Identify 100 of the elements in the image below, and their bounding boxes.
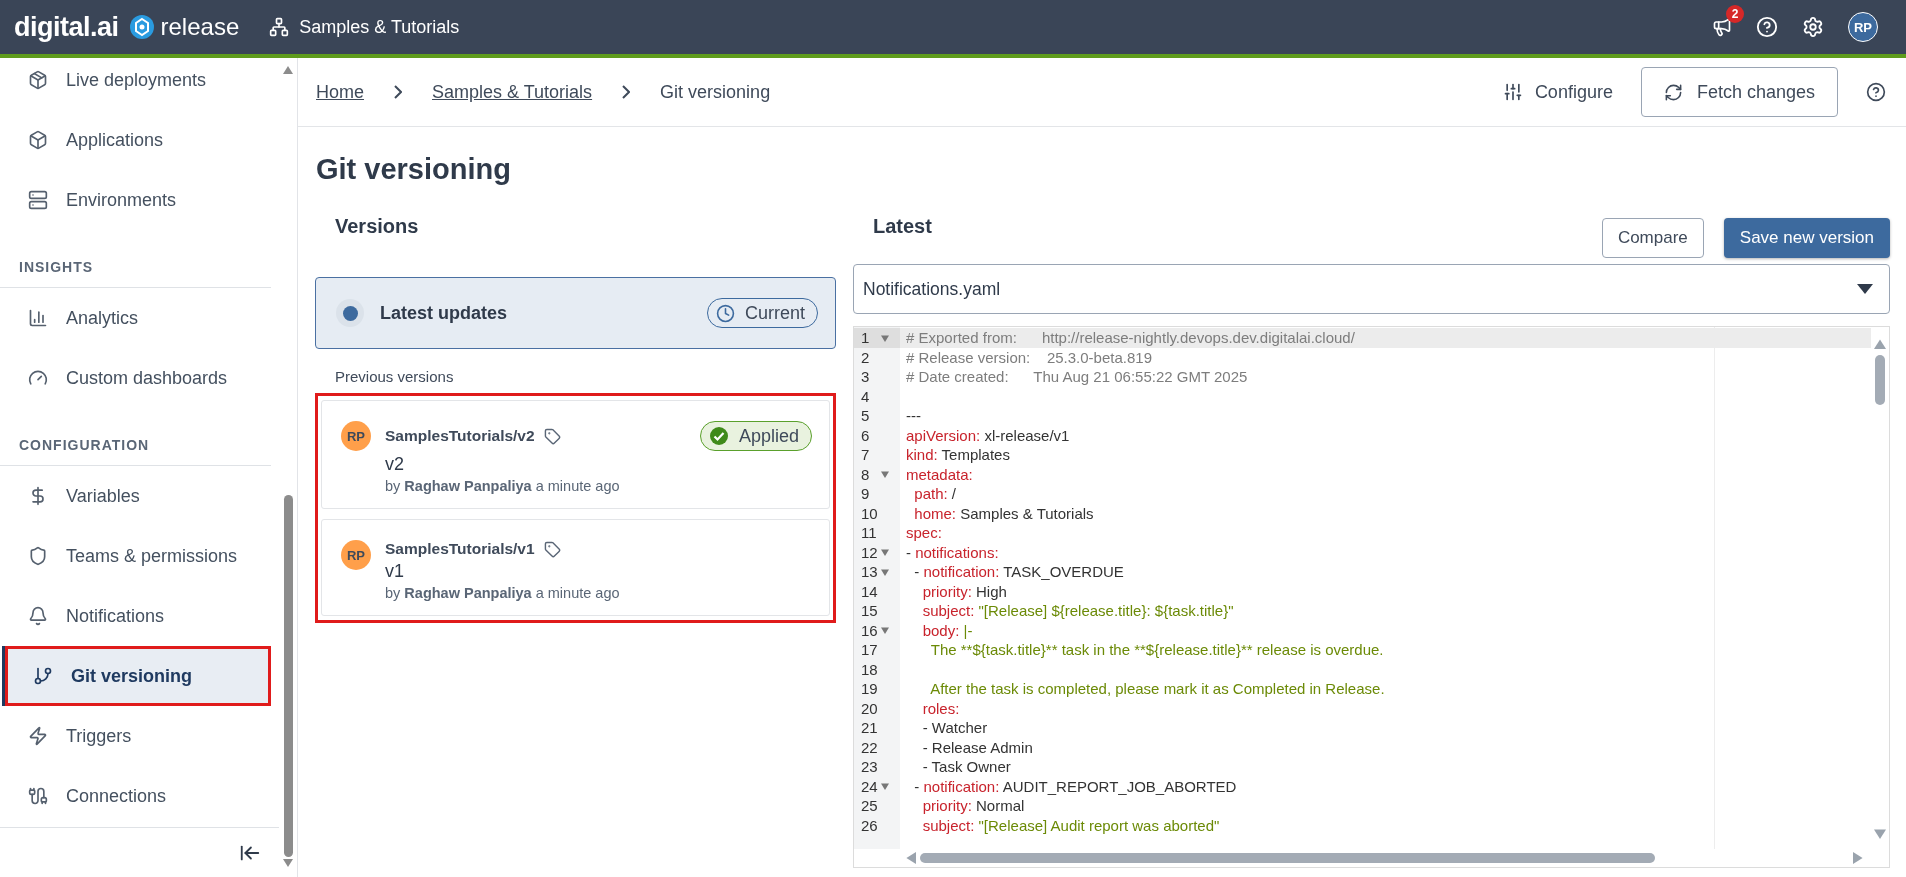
line-number: 18 (861, 660, 879, 678)
clock-icon (715, 303, 735, 323)
server-icon (28, 190, 48, 210)
scrollbar-thumb[interactable] (283, 495, 293, 857)
file-select[interactable]: Notifications.yaml (853, 264, 1890, 314)
scroll-right-icon[interactable] (1853, 852, 1865, 864)
fold-caret-icon[interactable] (881, 626, 889, 635)
folder-title[interactable]: Samples & Tutorials (299, 16, 460, 38)
refresh-icon (1663, 82, 1683, 102)
fold-caret-icon[interactable] (881, 782, 889, 791)
sidebar-item[interactable]: Connections (0, 766, 272, 826)
card-title: Latest updates (380, 302, 508, 324)
product-name: release (160, 13, 240, 41)
sidebar-item[interactable]: Live deployments (0, 58, 272, 110)
save-version-button[interactable]: Save new version (1723, 218, 1890, 258)
tag-icon[interactable] (543, 427, 561, 445)
shield-user-icon (28, 546, 48, 566)
section-label: INSIGHTS (18, 259, 95, 277)
sidebar-item[interactable]: Teams & permissions (0, 526, 272, 586)
code-line: # Date created: Thu Aug 21 06:55:22 GMT 2025 (905, 368, 1248, 386)
line-number: 2 (861, 348, 871, 366)
sidebar-item[interactable]: Git versioning (2, 646, 272, 706)
user-avatar[interactable]: RP (1848, 12, 1878, 42)
fold-caret-icon[interactable] (881, 548, 889, 557)
line-number: 14 (861, 582, 879, 600)
release-logo-icon (128, 14, 155, 40)
latest-updates-card[interactable]: Latest updates Current (315, 277, 836, 349)
settings-icon[interactable] (1802, 16, 1824, 38)
code-line: apiVersion: xl-release/v1 (905, 426, 1070, 444)
code-line: The **${task.title}** task in the **${release.title}** release is overdue. (929, 641, 1384, 659)
git-branch-icon (33, 666, 53, 686)
sidebar-item[interactable]: Variables (0, 466, 272, 526)
line-number: 20 (861, 699, 879, 717)
radio-button[interactable] (336, 299, 364, 327)
scrollbar-thumb[interactable] (1875, 355, 1885, 405)
scrollbar-thumb[interactable] (920, 853, 1655, 863)
scroll-down-icon[interactable] (1874, 827, 1886, 839)
breadcrumb-link[interactable]: Samples & Tutorials (432, 81, 593, 103)
configure-button[interactable]: Configure (1502, 81, 1613, 103)
line-number: 16 (861, 621, 879, 639)
line-number: 7 (861, 446, 871, 464)
author-line: by Raghaw Panpaliya a minute ago (385, 585, 621, 601)
scroll-up-icon[interactable] (283, 64, 294, 74)
sidebar-item[interactable]: Notifications (0, 586, 272, 646)
sidebar-item[interactable]: Triggers (0, 706, 272, 766)
version-name: SamplesTutorials/v1 (385, 540, 535, 558)
section-heading: Versions (335, 215, 419, 238)
version-card[interactable]: RP SamplesTutorials/v2 Applied v2 by Raghaw Panpaliya a minute ago (321, 400, 830, 509)
sidebar-item[interactable]: Environments (0, 170, 272, 230)
brand-logo[interactable]: digital.ai (14, 11, 119, 43)
line-number: 12 (861, 543, 879, 561)
section-heading: Latest (873, 215, 932, 238)
current-page-label: Git versioning (660, 81, 771, 103)
code-line: - notification: AUDIT_REPORT_JOB_ABORTED (913, 777, 1237, 795)
code-line: --- (905, 407, 921, 425)
scroll-left-icon[interactable] (904, 852, 916, 864)
code-line: - notifications: (905, 543, 999, 561)
fold-caret-icon[interactable] (881, 333, 889, 342)
line-number: 17 (861, 641, 879, 659)
line-number: 25 (861, 797, 879, 815)
code-line: - Release Admin (921, 738, 1033, 756)
code-line: spec: (905, 524, 942, 542)
version-card[interactable]: RP SamplesTutorials/v1 v1 by Raghaw Panpaliya a minute ago (321, 519, 830, 616)
code-line: - notification: TASK_OVERDUE (913, 563, 1124, 581)
sidebar-item[interactable]: Applications (0, 110, 272, 170)
help-icon[interactable] (1866, 82, 1886, 102)
chevron-right-icon (394, 85, 402, 99)
lightning-icon (28, 726, 48, 746)
scroll-up-icon[interactable] (1874, 337, 1886, 349)
tag-icon[interactable] (543, 540, 561, 558)
notification-count: 2 (1726, 5, 1744, 23)
code-line: path: / (913, 485, 957, 503)
line-number: 3 (861, 368, 871, 386)
code-line: roles: (921, 699, 960, 717)
code-line: subject: "[Release] Audit report was aborted" (921, 816, 1220, 834)
bar-chart-icon (28, 308, 48, 328)
code-line: subject: "[Release] ${release.title}: ${task.title}" (921, 602, 1234, 620)
package-icon (28, 70, 48, 90)
compare-button[interactable]: Compare (1601, 218, 1704, 258)
cube-icon (28, 130, 48, 150)
chevron-right-icon (622, 85, 631, 99)
fetch-changes-button[interactable]: Fetch changes (1640, 67, 1838, 117)
fold-caret-icon[interactable] (881, 567, 889, 576)
bell-icon (28, 606, 48, 626)
line-number: 9 (861, 485, 871, 503)
line-number: 24 (861, 777, 879, 795)
sidebar-item[interactable]: Custom dashboards (0, 348, 272, 408)
cable-icon (28, 786, 48, 806)
code-line: priority: Normal (921, 797, 1025, 815)
sidebar-item[interactable]: Analytics (0, 288, 272, 348)
code-editor[interactable] (853, 326, 1890, 868)
line-number: 5 (861, 407, 871, 425)
breadcrumb-link[interactable]: Home (316, 81, 364, 103)
line-number: 4 (861, 387, 871, 405)
fold-caret-icon[interactable] (881, 470, 889, 479)
line-number: 13 (861, 563, 879, 581)
code-line: # Exported from: http://release-nightly.devops.dev.digitalai.cloud/ (905, 329, 1355, 347)
section-label: CONFIGURATION (18, 437, 151, 455)
code-line: After the task is completed, please mark it as Completed in Release. (929, 680, 1385, 698)
megaphone-icon[interactable] (1712, 17, 1732, 37)
